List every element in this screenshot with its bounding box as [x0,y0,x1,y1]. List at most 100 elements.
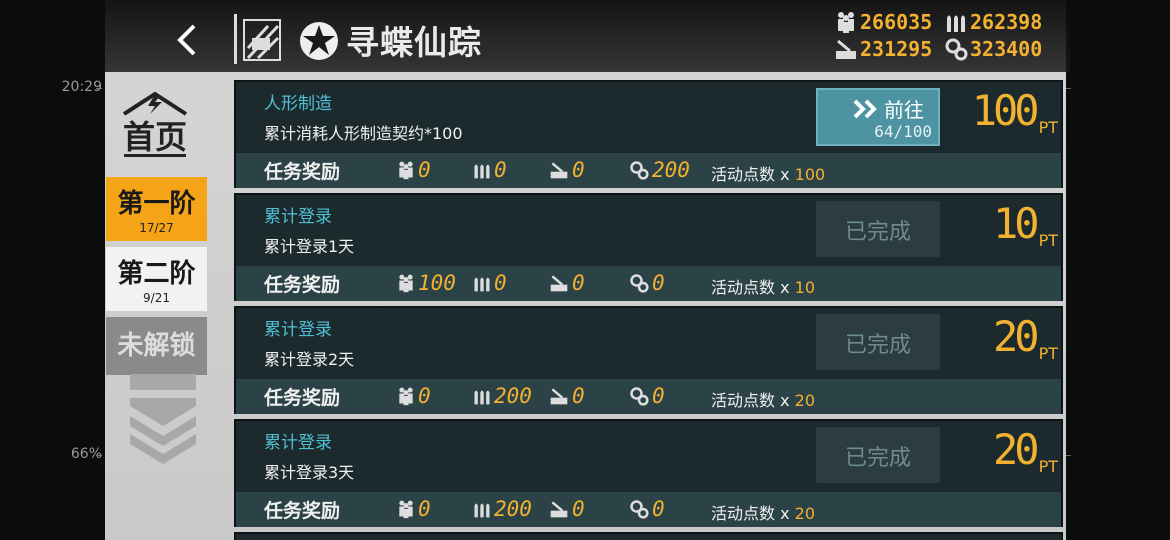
reward-manpower-value: 0 [418,158,431,182]
resource-parts: 323400 [944,37,1042,61]
reward-manpower-value: 0 [418,384,431,408]
pt-unit: PT [1038,457,1058,476]
reward-rations: 0 [548,382,585,410]
resource-rations: 231295 [834,37,932,61]
mission-description: 累计登录2天 [264,350,355,369]
completed-button: 已完成 [816,427,940,483]
reward-parts: 0 [628,495,665,523]
reward-rations: 0 [548,156,585,184]
completed-label: 已完成 [844,446,911,471]
pt-unit: PT [1038,118,1058,137]
home-label: 首页 [122,118,187,156]
reward-parts-value: 0 [652,497,665,521]
reward-rations: 0 [548,269,585,297]
home-button[interactable]: 首页 [110,90,200,162]
status-time: 20:29 [61,79,102,95]
reward-parts-value: 200 [652,158,690,182]
ammo-icon [947,15,965,32]
reward-manpower: 0 [396,156,431,184]
tab-stage-locked[interactable]: 未解锁 [106,317,207,375]
page-title: 寻蝶仙踪 [346,23,482,62]
mission-title: 累计登录 [264,207,332,227]
points-reward: 100 PT [940,86,1058,152]
mission-card: 累计登录 累计登录3天 已完成 20 PT 任务奖励 0 200 0 0 活动点… [234,419,1063,527]
pt-value: 20 [993,425,1040,474]
stage-label: 第一阶 [117,189,196,219]
reward-ammo: 0 [472,269,507,297]
title-separator [234,14,237,64]
stage-label: 未解锁 [117,331,196,361]
event-points: 活动点数 x 100 [711,161,825,185]
reward-parts: 0 [628,269,665,297]
reward-parts-value: 0 [652,271,665,295]
manpower-icon [399,161,413,180]
completed-button: 已完成 [816,314,940,370]
pt-value: 100 [971,86,1040,135]
points-reward: 20 PT [940,425,1058,491]
points-reward: 10 PT [940,199,1058,265]
right-strip [1066,0,1170,540]
reward-ammo: 200 [472,495,532,523]
points-reward: 20 PT [940,312,1058,378]
go-label: 前往 [884,98,924,122]
ammo-icon [474,164,490,179]
rations-icon [550,162,568,179]
mission-description: 累计消耗人形制造契约*100 [264,124,463,143]
reward-rations: 0 [548,495,585,523]
back-icon [177,24,196,56]
manpower-icon [838,12,854,33]
mission-title: 累计登录 [264,433,332,453]
rations-icon [836,39,856,59]
stage-count: 9/21 [143,291,170,305]
mission-card [234,532,1063,540]
parts-icon [630,274,649,293]
go-button[interactable]: 前往 64/100 [816,88,940,146]
points-value: 100 [794,165,826,184]
status-battery: 66% [70,446,102,462]
reward-parts: 200 [628,156,690,184]
completed-button: 已完成 [816,201,940,257]
reward-bar: 任务奖励 0 0 0 200 活动点数 x 100 [236,153,1061,188]
reward-ammo: 200 [472,382,532,410]
manpower-icon [399,274,413,293]
company-logo [130,374,196,464]
reward-manpower-value: 0 [418,497,431,521]
reward-rations-value: 0 [572,158,585,182]
ammo-icon [474,390,490,405]
reward-ammo-value: 0 [494,271,507,295]
mission-card: 人形制造 累计消耗人形制造契约*100 前往 64/100 100 PT 任务奖励… [234,80,1063,188]
reward-label: 任务奖励 [264,161,341,183]
parts-icon [630,500,649,519]
strip-tick [1066,455,1071,456]
strip-tick [1066,88,1071,89]
event-points: 活动点数 x 20 [711,500,815,524]
reward-parts: 0 [628,382,665,410]
rations-value: 231295 [860,37,933,61]
completed-label: 已完成 [844,333,911,358]
parts-icon [945,38,968,61]
reward-ammo-value: 200 [494,384,532,408]
rations-icon [550,388,568,405]
tab-stage-1[interactable]: 第一阶 17/27 [106,177,207,241]
event-points: 活动点数 x 10 [711,274,815,298]
resource-ammo: 262398 [944,10,1042,34]
reward-rations-value: 0 [572,497,585,521]
back-button[interactable] [170,20,206,60]
reward-parts-value: 0 [652,384,665,408]
reward-ammo: 0 [472,156,507,184]
mission-description: 累计登录1天 [264,237,355,256]
points-value: 20 [794,504,816,523]
points-label: 活动点数 x [711,504,795,523]
reward-manpower: 0 [396,382,431,410]
tab-stage-2[interactable]: 第二阶 9/21 [106,247,207,311]
ammo-value: 262398 [970,10,1043,34]
reward-bar: 任务奖励 0 200 0 0 活动点数 x 20 [236,379,1061,414]
manpower-value: 266035 [860,10,933,34]
reward-label: 任务奖励 [264,387,341,409]
ammo-icon [474,277,490,292]
completed-label: 已完成 [844,220,911,245]
resource-manpower: 266035 [834,10,932,34]
reward-label: 任务奖励 [264,274,341,296]
event-emblem-icon [243,19,281,61]
reward-rations-value: 0 [572,271,585,295]
